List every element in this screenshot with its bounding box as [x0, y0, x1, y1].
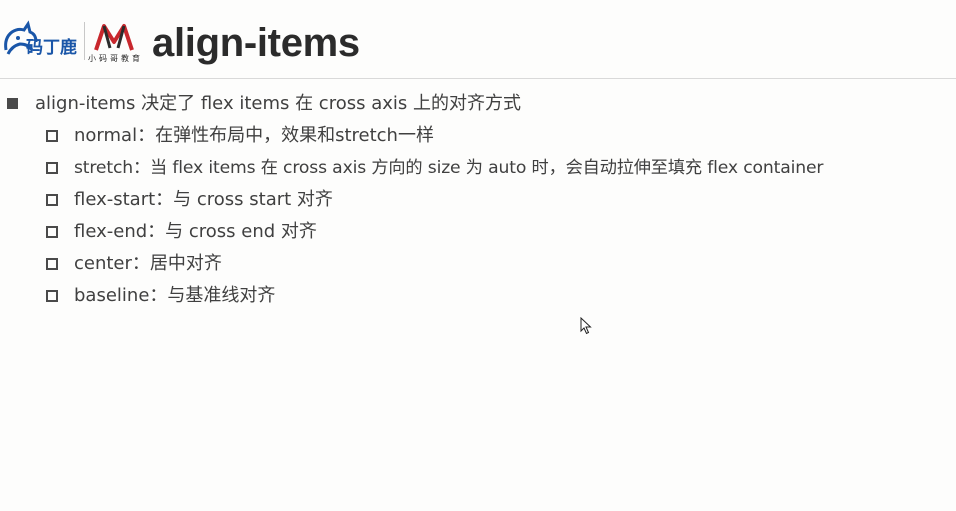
- main-point: align-items 决定了 flex items 在 cross axis …: [0, 91, 956, 117]
- sub-point-flex-end: flex-end：与 cross end 对齐: [0, 219, 956, 245]
- sub-point-text: stretch：当 flex items 在 cross axis 方向的 si…: [74, 158, 824, 178]
- header-divider: [0, 78, 956, 79]
- slide-title: align-items: [152, 21, 360, 65]
- slide: 码丁鹿 小码哥教育 align-items align-items 决定了 fl…: [0, 0, 956, 511]
- hollow-square-bullet-icon: [46, 130, 58, 142]
- brand-logo-left: 码丁鹿: [4, 20, 77, 58]
- svg-text:小码哥教育: 小码哥教育: [88, 53, 140, 63]
- slide-header: 码丁鹿 小码哥教育 align-items: [0, 0, 956, 78]
- main-point-text: align-items 决定了 flex items 在 cross axis …: [35, 93, 521, 114]
- hollow-square-bullet-icon: [46, 226, 58, 238]
- sub-point-baseline: baseline：与基准线对齐: [0, 283, 956, 309]
- hollow-square-bullet-icon: [46, 258, 58, 270]
- sub-point-stretch: stretch：当 flex items 在 cross axis 方向的 si…: [0, 155, 956, 181]
- hollow-square-bullet-icon: [46, 162, 58, 174]
- sub-point-flex-start: flex-start：与 cross start 对齐: [0, 187, 956, 213]
- sub-point-text: flex-end：与 cross end 对齐: [74, 221, 317, 242]
- hollow-square-bullet-icon: [46, 290, 58, 302]
- logo-separator: [84, 22, 85, 60]
- svg-text:码丁鹿: 码丁鹿: [26, 37, 77, 58]
- mouse-pointer-icon: [580, 317, 592, 335]
- hollow-square-bullet-icon: [46, 194, 58, 206]
- sub-point-normal: normal：在弹性布局中，效果和stretch一样: [0, 123, 956, 149]
- sub-point-text: normal：在弹性布局中，效果和stretch一样: [74, 125, 434, 146]
- sub-point-text: center：居中对齐: [74, 253, 222, 274]
- sub-point-text: flex-start：与 cross start 对齐: [74, 189, 333, 210]
- brand-logo-right: 小码哥教育: [88, 24, 140, 63]
- sub-point-text: baseline：与基准线对齐: [74, 285, 276, 306]
- filled-square-bullet-icon: [7, 98, 18, 109]
- sub-point-center: center：居中对齐: [0, 251, 956, 277]
